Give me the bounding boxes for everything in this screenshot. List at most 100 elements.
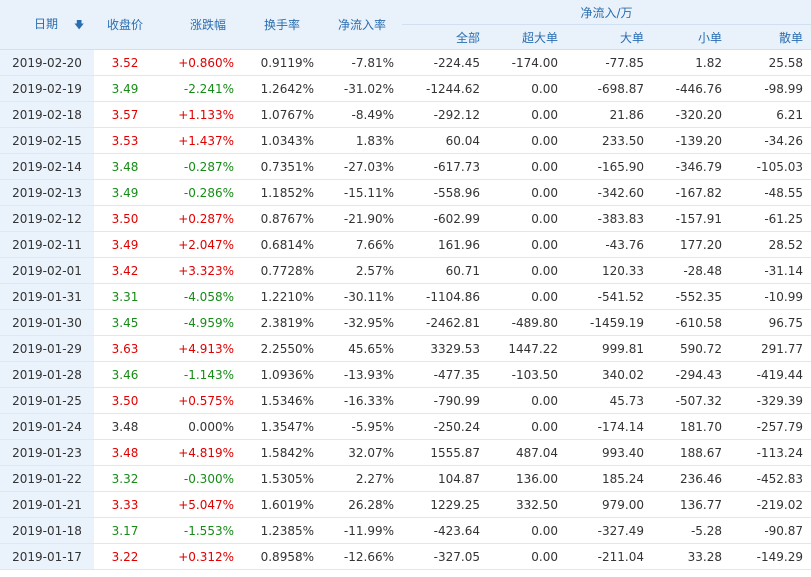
cell-retail: 25.58 [730,49,811,76]
cell-close: 3.48 [94,413,156,440]
cell-total: -250.24 [402,413,488,440]
cell-super-large: 136.00 [488,465,566,492]
header-net-ratio[interactable]: 净流入率 [322,0,402,50]
table-row: 2019-01-25 3.50 +0.575% 1.5346% -16.33% -790.… [0,387,811,414]
cell-small: -167.82 [652,179,730,206]
cell-net-ratio: -30.11% [322,283,402,310]
cell-super-large: 0.00 [488,153,566,180]
cell-large: -541.52 [566,283,652,310]
cell-super-large: -489.80 [488,309,566,336]
table-row: 2019-01-21 3.33 +5.047% 1.6019% 26.28% 1229.2… [0,491,811,518]
cell-turnover: 1.0936% [242,361,322,388]
cell-small: 188.67 [652,439,730,466]
cell-total: -292.12 [402,101,488,128]
header-total[interactable]: 全部 [402,24,488,50]
cell-change: -1.553% [156,517,242,544]
cell-total: -1244.62 [402,75,488,102]
cell-large: 21.86 [566,101,652,128]
cell-close: 3.50 [94,387,156,414]
table-row: 2019-01-23 3.48 +4.819% 1.5842% 32.07% 1555.8… [0,439,811,466]
cell-retail: -90.87 [730,517,811,544]
cell-close: 3.45 [94,309,156,336]
cell-total: -617.73 [402,153,488,180]
cell-total: -1104.86 [402,283,488,310]
cell-change: +0.312% [156,543,242,570]
cell-date: 2019-01-28 [0,361,94,388]
cell-total: -790.99 [402,387,488,414]
cell-small: -346.79 [652,153,730,180]
cell-change: -0.286% [156,179,242,206]
cell-date: 2019-02-15 [0,127,94,154]
cell-retail: -113.24 [730,439,811,466]
header-change[interactable]: 涨跌幅 [156,0,242,50]
cell-change: +4.819% [156,439,242,466]
cell-retail: 28.52 [730,231,811,258]
sort-down-icon[interactable]: 🡇 [74,18,84,35]
cell-net-ratio: -27.03% [322,153,402,180]
cell-turnover: 1.2642% [242,75,322,102]
cell-super-large: 0.00 [488,231,566,258]
cell-close: 3.49 [94,75,156,102]
cell-net-ratio: -11.99% [322,517,402,544]
header-small[interactable]: 小单 [652,24,730,50]
cell-total: -602.99 [402,205,488,232]
cell-turnover: 0.7351% [242,153,322,180]
cell-large: 185.24 [566,465,652,492]
header-date[interactable]: 日期 🡇 [0,0,94,50]
cell-total: -2462.81 [402,309,488,336]
cell-large: 993.40 [566,439,652,466]
header-turnover[interactable]: 换手率 [242,0,322,50]
cell-net-ratio: -32.95% [322,309,402,336]
cell-turnover: 1.3547% [242,413,322,440]
cell-total: -477.35 [402,361,488,388]
cell-date: 2019-02-11 [0,231,94,258]
cell-small: 181.70 [652,413,730,440]
cell-date: 2019-01-23 [0,439,94,466]
cell-small: -507.32 [652,387,730,414]
cell-super-large: 0.00 [488,283,566,310]
cell-retail: -48.55 [730,179,811,206]
cell-turnover: 0.6814% [242,231,322,258]
cell-large: -1459.19 [566,309,652,336]
cell-super-large: 0.00 [488,387,566,414]
cell-net-ratio: -13.93% [322,361,402,388]
cell-retail: -34.26 [730,127,811,154]
cell-change: +2.047% [156,231,242,258]
table-row: 2019-01-29 3.63 +4.913% 2.2550% 45.65% 3329.5… [0,335,811,362]
cell-net-ratio: 7.66% [322,231,402,258]
cell-large: -174.14 [566,413,652,440]
header-retail[interactable]: 散单 [730,24,811,50]
cell-turnover: 0.8958% [242,543,322,570]
cell-net-ratio: -8.49% [322,101,402,128]
cell-date: 2019-01-21 [0,491,94,518]
cell-small: 136.77 [652,491,730,518]
cell-turnover: 2.3819% [242,309,322,336]
header-close[interactable]: 收盘价 [94,0,156,50]
cell-net-ratio: 45.65% [322,335,402,362]
cell-net-ratio: -7.81% [322,49,402,76]
header-large[interactable]: 大单 [566,24,652,50]
cell-close: 3.33 [94,491,156,518]
cell-super-large: 487.04 [488,439,566,466]
cell-change: +0.287% [156,205,242,232]
cell-net-ratio: 26.28% [322,491,402,518]
cell-total: 60.04 [402,127,488,154]
cell-large: 233.50 [566,127,652,154]
cell-change: 0.000% [156,413,242,440]
cell-date: 2019-02-20 [0,49,94,76]
cell-turnover: 1.2210% [242,283,322,310]
header-super-large[interactable]: 超大单 [488,24,566,50]
cell-change: +1.133% [156,101,242,128]
cell-net-ratio: -12.66% [322,543,402,570]
cell-total: 1555.87 [402,439,488,466]
cell-small: 236.46 [652,465,730,492]
cell-retail: -149.29 [730,543,811,570]
cell-turnover: 1.1852% [242,179,322,206]
cell-super-large: 0.00 [488,517,566,544]
cell-close: 3.57 [94,101,156,128]
table-row: 2019-01-22 3.32 -0.300% 1.5305% 2.27% 104.87 1… [0,465,811,492]
cell-small: -28.48 [652,257,730,284]
cell-turnover: 0.7728% [242,257,322,284]
cell-close: 3.46 [94,361,156,388]
cell-retail: 96.75 [730,309,811,336]
